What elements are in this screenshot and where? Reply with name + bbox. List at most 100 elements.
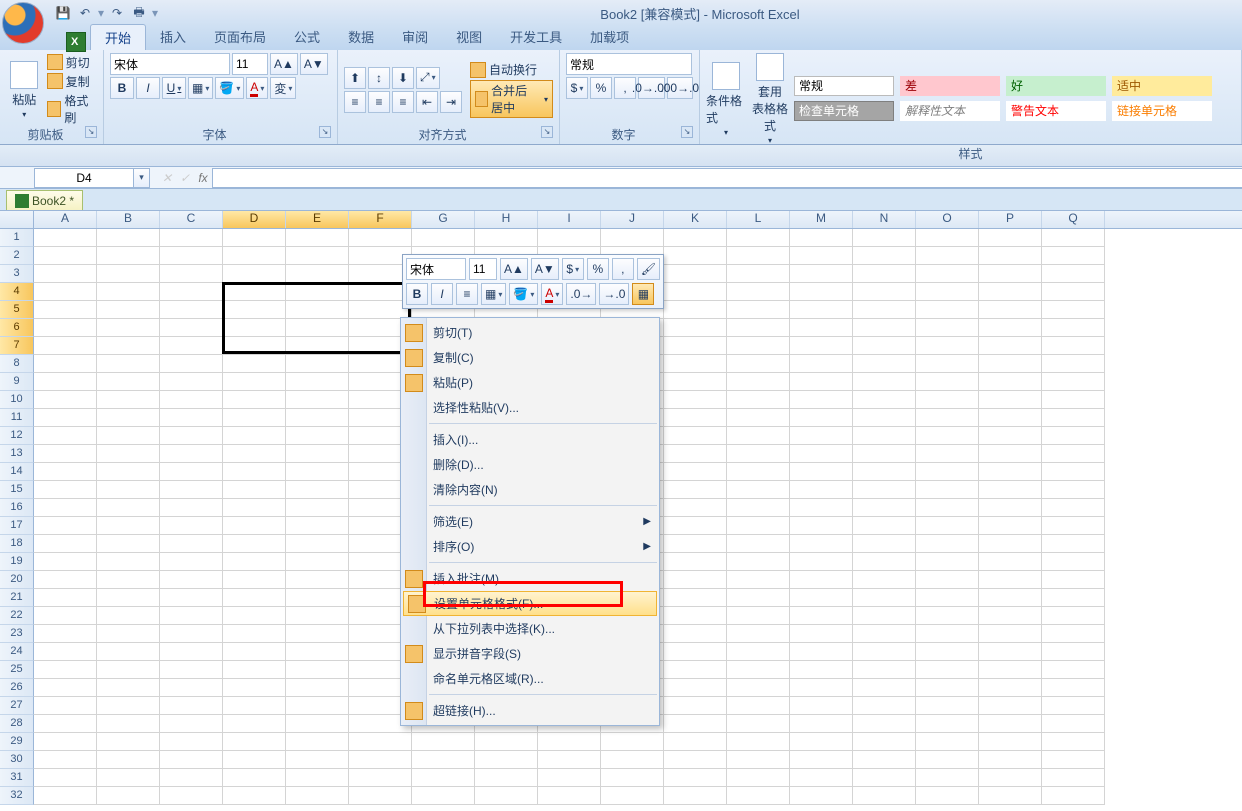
cell-G29[interactable] bbox=[412, 733, 475, 751]
cell-C24[interactable] bbox=[160, 643, 223, 661]
cell-E24[interactable] bbox=[286, 643, 349, 661]
cell-O7[interactable] bbox=[916, 337, 979, 355]
cell-Q26[interactable] bbox=[1042, 679, 1105, 697]
ctx-clear[interactable]: 清除内容(N) bbox=[401, 477, 659, 502]
cell-Q23[interactable] bbox=[1042, 625, 1105, 643]
cell-K25[interactable] bbox=[664, 661, 727, 679]
cell-O27[interactable] bbox=[916, 697, 979, 715]
row-head-17[interactable]: 17 bbox=[0, 517, 34, 535]
cell-E5[interactable] bbox=[286, 301, 349, 319]
cell-L28[interactable] bbox=[727, 715, 790, 733]
bold-button[interactable]: B bbox=[110, 77, 134, 99]
cell-A32[interactable] bbox=[34, 787, 97, 805]
cell-O29[interactable] bbox=[916, 733, 979, 751]
row-head-29[interactable]: 29 bbox=[0, 733, 34, 751]
col-head-P[interactable]: P bbox=[979, 211, 1042, 228]
col-head-J[interactable]: J bbox=[601, 211, 664, 228]
cell-O32[interactable] bbox=[916, 787, 979, 805]
mini-percent[interactable]: % bbox=[587, 258, 609, 280]
col-head-G[interactable]: G bbox=[412, 211, 475, 228]
cell-Q22[interactable] bbox=[1042, 607, 1105, 625]
cell-B32[interactable] bbox=[97, 787, 160, 805]
row-head-5[interactable]: 5 bbox=[0, 301, 34, 319]
cell-K9[interactable] bbox=[664, 373, 727, 391]
cell-E29[interactable] bbox=[286, 733, 349, 751]
cell-O15[interactable] bbox=[916, 481, 979, 499]
row-head-1[interactable]: 1 bbox=[0, 229, 34, 247]
cell-N22[interactable] bbox=[853, 607, 916, 625]
align-middle-button[interactable]: ↕ bbox=[368, 67, 390, 89]
cell-E17[interactable] bbox=[286, 517, 349, 535]
office-button[interactable] bbox=[2, 2, 44, 44]
cell-E2[interactable] bbox=[286, 247, 349, 265]
col-head-C[interactable]: C bbox=[160, 211, 223, 228]
align-bottom-button[interactable]: ⬇ bbox=[392, 67, 414, 89]
ctx-filter[interactable]: 筛选(E)▶ bbox=[401, 509, 659, 534]
cell-L14[interactable] bbox=[727, 463, 790, 481]
cell-C25[interactable] bbox=[160, 661, 223, 679]
format-painter-button[interactable]: 格式刷 bbox=[47, 92, 97, 126]
cell-L30[interactable] bbox=[727, 751, 790, 769]
cell-N25[interactable] bbox=[853, 661, 916, 679]
orientation-button[interactable]: ⤢ bbox=[416, 67, 440, 89]
cell-C9[interactable] bbox=[160, 373, 223, 391]
cell-Q27[interactable] bbox=[1042, 697, 1105, 715]
cell-L18[interactable] bbox=[727, 535, 790, 553]
cell-Q14[interactable] bbox=[1042, 463, 1105, 481]
cell-M22[interactable] bbox=[790, 607, 853, 625]
cell-N12[interactable] bbox=[853, 427, 916, 445]
cell-Q21[interactable] bbox=[1042, 589, 1105, 607]
cell-C17[interactable] bbox=[160, 517, 223, 535]
ctx-phonetic[interactable]: 显示拼音字段(S) bbox=[401, 641, 659, 666]
col-head-B[interactable]: B bbox=[97, 211, 160, 228]
cell-M29[interactable] bbox=[790, 733, 853, 751]
cell-style-1[interactable]: 差 bbox=[900, 76, 1000, 96]
cell-C26[interactable] bbox=[160, 679, 223, 697]
font-size-combo[interactable] bbox=[232, 53, 268, 75]
cell-H1[interactable] bbox=[475, 229, 538, 247]
cell-N3[interactable] bbox=[853, 265, 916, 283]
cell-L19[interactable] bbox=[727, 553, 790, 571]
cell-L32[interactable] bbox=[727, 787, 790, 805]
cell-D22[interactable] bbox=[223, 607, 286, 625]
cell-P4[interactable] bbox=[979, 283, 1042, 301]
cell-C8[interactable] bbox=[160, 355, 223, 373]
cell-E19[interactable] bbox=[286, 553, 349, 571]
select-all-corner[interactable] bbox=[0, 211, 34, 228]
cell-N8[interactable] bbox=[853, 355, 916, 373]
cell-A23[interactable] bbox=[34, 625, 97, 643]
cell-I30[interactable] bbox=[538, 751, 601, 769]
cell-N19[interactable] bbox=[853, 553, 916, 571]
cell-M17[interactable] bbox=[790, 517, 853, 535]
cell-O26[interactable] bbox=[916, 679, 979, 697]
cell-K19[interactable] bbox=[664, 553, 727, 571]
cell-K13[interactable] bbox=[664, 445, 727, 463]
cell-P25[interactable] bbox=[979, 661, 1042, 679]
cell-P8[interactable] bbox=[979, 355, 1042, 373]
col-head-M[interactable]: M bbox=[790, 211, 853, 228]
cell-M6[interactable] bbox=[790, 319, 853, 337]
cell-B21[interactable] bbox=[97, 589, 160, 607]
cell-P19[interactable] bbox=[979, 553, 1042, 571]
cell-K15[interactable] bbox=[664, 481, 727, 499]
cell-O2[interactable] bbox=[916, 247, 979, 265]
cell-K8[interactable] bbox=[664, 355, 727, 373]
cell-B19[interactable] bbox=[97, 553, 160, 571]
mini-inc-dec[interactable]: .0→ bbox=[566, 283, 596, 305]
cell-C13[interactable] bbox=[160, 445, 223, 463]
cell-O19[interactable] bbox=[916, 553, 979, 571]
cell-M18[interactable] bbox=[790, 535, 853, 553]
cell-N26[interactable] bbox=[853, 679, 916, 697]
underline-button[interactable]: U bbox=[162, 77, 186, 99]
cell-C14[interactable] bbox=[160, 463, 223, 481]
row-head-27[interactable]: 27 bbox=[0, 697, 34, 715]
cell-M1[interactable] bbox=[790, 229, 853, 247]
cell-E3[interactable] bbox=[286, 265, 349, 283]
cell-C19[interactable] bbox=[160, 553, 223, 571]
cell-N20[interactable] bbox=[853, 571, 916, 589]
cell-O3[interactable] bbox=[916, 265, 979, 283]
cell-L2[interactable] bbox=[727, 247, 790, 265]
cell-D1[interactable] bbox=[223, 229, 286, 247]
ctx-paste-special[interactable]: 选择性粘贴(V)... bbox=[401, 395, 659, 420]
cell-E14[interactable] bbox=[286, 463, 349, 481]
